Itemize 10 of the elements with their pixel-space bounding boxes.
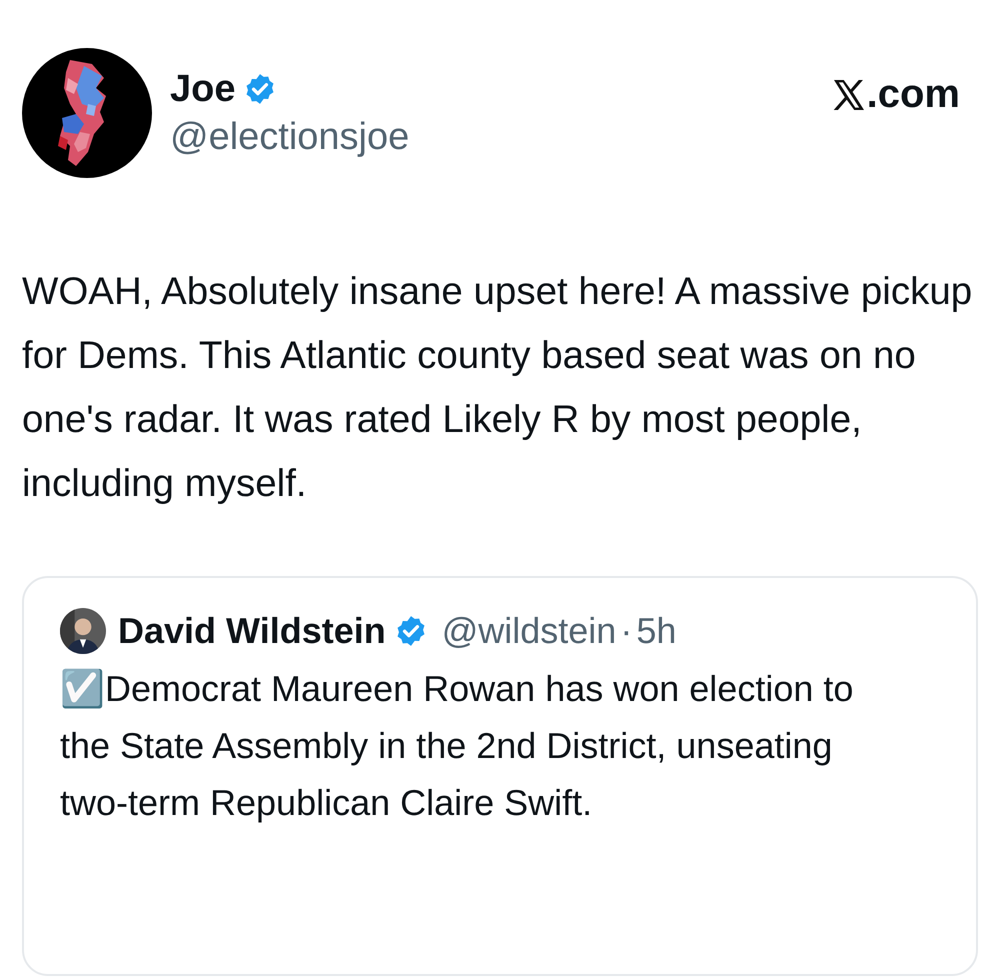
site-domain: .com xyxy=(866,72,960,117)
post-time: 5h xyxy=(636,610,676,652)
author-handle[interactable]: @electionsjoe xyxy=(170,112,410,162)
author-name[interactable]: Joe xyxy=(170,66,236,112)
quoted-author-handle[interactable]: @wildstein xyxy=(442,610,616,652)
post-text: WOAH, Absolutely insane upset here! A massive pickup for Dems. This Atlantic county based seat was on no one's radar. It was rated Likely R by most people, including myself. xyxy=(22,269,974,507)
separator-dot: · xyxy=(620,610,632,652)
quoted-post-text: ☑Democrat Maureen Rowan has won election to the State Assembly in the 2nd District, unseating two-term Republican Claire Swift. xyxy=(60,667,854,825)
quoted-post-card[interactable]: David Wildstein @wildstein·5h ☑Democrat Maureen Rowan has won election to the State Assembly in the 2nd District, unseating two-term Republican Claire Swift. xyxy=(22,576,978,976)
quoted-author-name[interactable]: David Wildstein xyxy=(118,610,386,652)
